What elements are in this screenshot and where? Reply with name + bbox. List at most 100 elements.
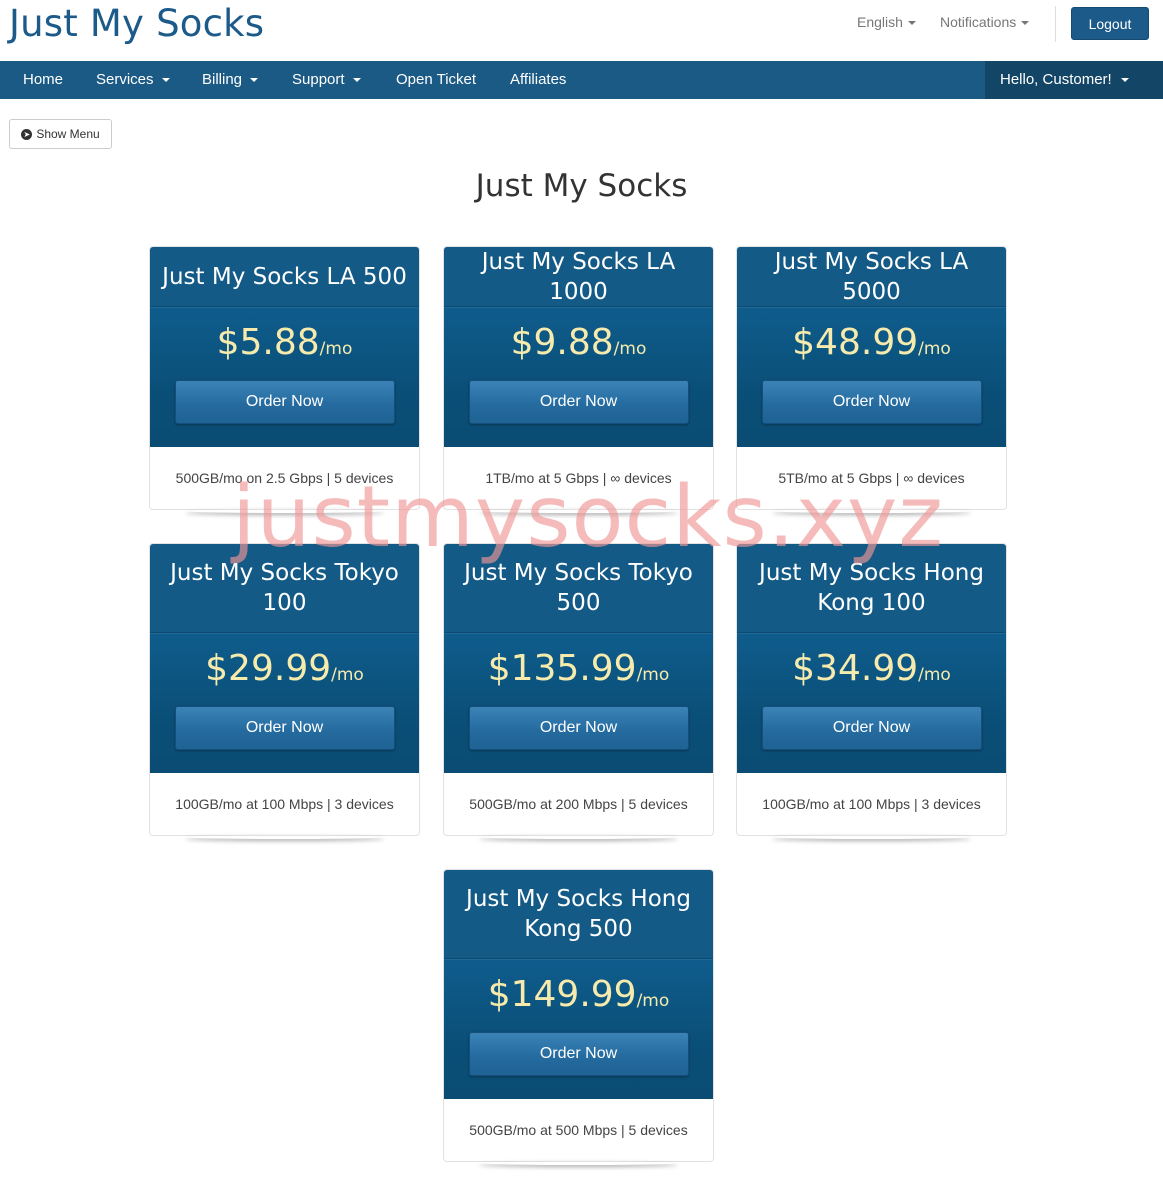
price: $149.99/mo [444, 960, 713, 1032]
card-header-block: Just My Socks Tokyo 100 $29.99/mo Order … [150, 544, 419, 773]
price: $5.88/mo [150, 308, 419, 380]
product-name: Just My Socks Tokyo 100 [150, 544, 419, 633]
price-period: /mo [636, 665, 670, 685]
price-amount: $149.99 [487, 974, 637, 1015]
nav-billing-label: Billing [202, 71, 243, 88]
top-header: Just My Socks English Notifications Logo… [0, 0, 1163, 61]
product-card: Just My Socks LA 1000 $9.88/mo Order Now… [443, 246, 714, 510]
card-price-block: $149.99/mo Order Now [444, 959, 713, 1099]
price: $34.99/mo [737, 634, 1006, 706]
main-navbar: Home Services Billing Support Open Ticke… [0, 61, 1163, 99]
user-menu[interactable]: Hello, Customer! [985, 61, 1163, 99]
price: $29.99/mo [150, 634, 419, 706]
nav-home[interactable]: Home [23, 61, 63, 99]
price-amount: $135.99 [487, 648, 637, 689]
order-now-button[interactable]: Order Now [174, 706, 395, 750]
price-amount: $34.99 [792, 648, 919, 689]
product-features: 500GB/mo at 200 Mbps | 5 devices [469, 796, 688, 812]
card-header-block: Just My Socks LA 1000 $9.88/mo Order Now [444, 247, 713, 447]
product-name: Just My Socks Tokyo 500 [444, 544, 713, 633]
page-title: Just My Socks [475, 168, 688, 204]
chevron-down-icon [250, 78, 259, 83]
chevron-down-icon [161, 78, 170, 83]
product-name: Just My Socks LA 500 [150, 247, 419, 307]
language-label: English [857, 14, 903, 30]
nav-billing[interactable]: Billing [202, 61, 259, 99]
product-features: 1TB/mo at 5 Gbps | ∞ devices [485, 470, 672, 486]
order-now-button[interactable]: Order Now [761, 380, 982, 424]
chevron-down-icon [352, 78, 361, 83]
card-price-block: $29.99/mo Order Now [150, 633, 419, 773]
price-amount: $5.88 [216, 322, 320, 363]
product-features: 500GB/mo at 500 Mbps | 5 devices [469, 1122, 688, 1138]
nav-open-ticket[interactable]: Open Ticket [396, 61, 476, 99]
card-price-block: $34.99/mo Order Now [737, 633, 1006, 773]
product-features: 100GB/mo at 100 Mbps | 3 devices [175, 796, 394, 812]
card-header-block: Just My Socks Hong Kong 500 $149.99/mo O… [444, 870, 713, 1099]
card-header-block: Just My Socks LA 5000 $48.99/mo Order No… [737, 247, 1006, 447]
product-card: Just My Socks LA 500 $5.88/mo Order Now … [149, 246, 420, 510]
price-period: /mo [918, 665, 951, 685]
chevron-down-icon [907, 21, 916, 26]
price-period: /mo [613, 339, 647, 359]
product-features: 5TB/mo at 5 Gbps | ∞ devices [778, 470, 965, 486]
price-period: /mo [319, 339, 353, 359]
product-name: Just My Socks LA 5000 [737, 247, 1006, 307]
price: $135.99/mo [444, 634, 713, 706]
card-shadow [479, 835, 678, 839]
card-shadow [185, 835, 384, 839]
chevron-down-icon [1120, 78, 1129, 83]
card-price-block: $135.99/mo Order Now [444, 633, 713, 773]
product-name: Just My Socks Hong Kong 500 [444, 870, 713, 959]
chevron-down-icon [1021, 21, 1030, 26]
price: $9.88/mo [444, 308, 713, 380]
show-menu-button[interactable]: ➤ Show Menu [9, 119, 112, 149]
price-period: /mo [636, 991, 670, 1011]
nav-affiliates[interactable]: Affiliates [510, 61, 566, 99]
card-shadow [479, 509, 678, 513]
brand-logo[interactable]: Just My Socks [9, 2, 264, 45]
show-menu-label: Show Menu [36, 127, 100, 141]
order-now-button[interactable]: Order Now [468, 706, 689, 750]
card-header-block: Just My Socks Hong Kong 100 $34.99/mo Or… [737, 544, 1006, 773]
arrow-circle-right-icon: ➤ [21, 128, 33, 140]
card-price-block: $9.88/mo Order Now [444, 307, 713, 447]
product-name: Just My Socks Hong Kong 100 [737, 544, 1006, 633]
card-shadow [772, 835, 971, 839]
product-card: Just My Socks Hong Kong 500 $149.99/mo O… [443, 869, 714, 1162]
order-now-button[interactable]: Order Now [468, 1032, 689, 1076]
nav-services[interactable]: Services [96, 61, 170, 99]
order-now-button[interactable]: Order Now [174, 380, 395, 424]
product-card: Just My Socks Tokyo 500 $135.99/mo Order… [443, 543, 714, 836]
notifications-label: Notifications [940, 14, 1017, 30]
card-price-block: $5.88/mo Order Now [150, 307, 419, 447]
header-divider [1055, 6, 1056, 42]
price-amount: $48.99 [792, 322, 919, 363]
price-period: /mo [918, 339, 951, 359]
product-features: 500GB/mo on 2.5 Gbps | 5 devices [175, 470, 394, 486]
user-greeting: Hello, Customer! [1000, 71, 1112, 88]
product-name: Just My Socks LA 1000 [444, 247, 713, 307]
price-amount: $29.99 [205, 648, 332, 689]
language-dropdown[interactable]: English [857, 14, 916, 30]
logout-button[interactable]: Logout [1071, 7, 1149, 40]
price-period: /mo [331, 665, 364, 685]
card-shadow [185, 509, 384, 513]
card-price-block: $48.99/mo Order Now [737, 307, 1006, 447]
product-card: Just My Socks Hong Kong 100 $34.99/mo Or… [736, 543, 1007, 836]
product-card: Just My Socks LA 5000 $48.99/mo Order No… [736, 246, 1007, 510]
nav-support-label: Support [292, 71, 345, 88]
order-now-button[interactable]: Order Now [761, 706, 982, 750]
order-now-button[interactable]: Order Now [468, 380, 689, 424]
product-card: Just My Socks Tokyo 100 $29.99/mo Order … [149, 543, 420, 836]
notifications-dropdown[interactable]: Notifications [940, 14, 1030, 30]
card-shadow [479, 1161, 678, 1165]
nav-services-label: Services [96, 71, 154, 88]
nav-support[interactable]: Support [292, 61, 361, 99]
price-amount: $9.88 [510, 322, 614, 363]
price: $48.99/mo [737, 308, 1006, 380]
card-header-block: Just My Socks LA 500 $5.88/mo Order Now [150, 247, 419, 447]
card-shadow [772, 509, 971, 513]
card-header-block: Just My Socks Tokyo 500 $135.99/mo Order… [444, 544, 713, 773]
product-features: 100GB/mo at 100 Mbps | 3 devices [762, 796, 981, 812]
